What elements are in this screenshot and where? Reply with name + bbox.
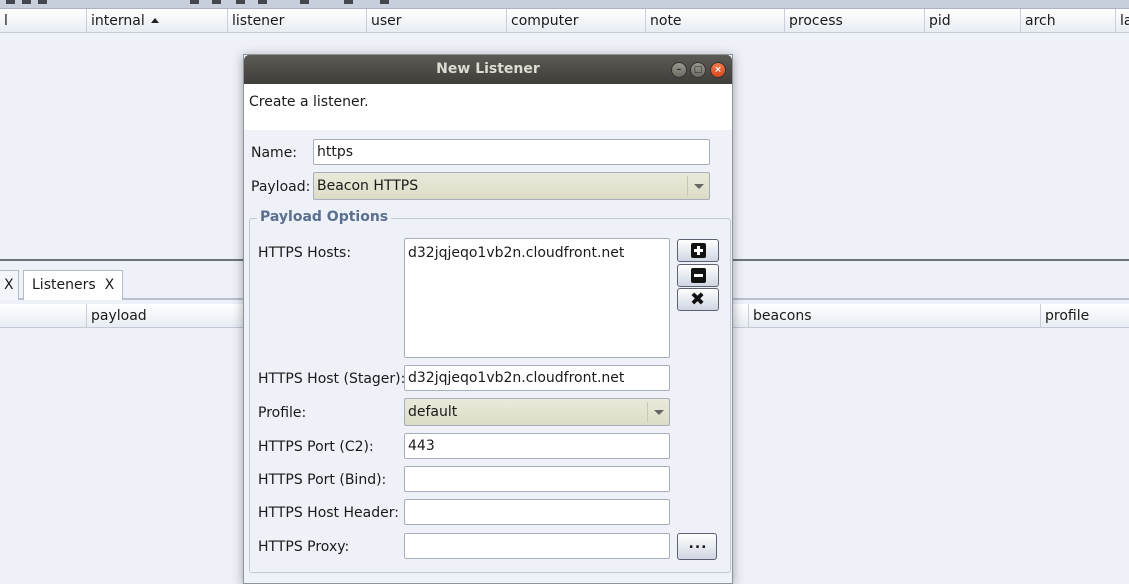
minus-icon [691,268,706,283]
profile-select-value: default [408,404,458,420]
tab-listeners[interactable]: Listeners X [23,270,124,300]
name-label: Name: [251,145,298,161]
column-label: internal [91,13,145,29]
payload-options-group: Payload Options HTTPS Hosts: d32jqjeqo1v… [249,209,731,573]
proxy-button-label: ... [688,536,708,552]
toolbar-icon[interactable] [258,0,267,4]
sort-ascending-icon [150,18,159,23]
profile-select[interactable]: default [404,398,670,426]
toolbar-icon[interactable] [38,0,47,4]
host-stager-field[interactable]: d32jqjeqo1vb2n.cloudfront.net [404,365,670,391]
payload-select-value: Beacon HTTPS [317,178,419,194]
proxy-field[interactable] [404,533,670,559]
host-stager-label: HTTPS Host (Stager): [258,371,406,387]
name-field[interactable]: https [313,139,710,165]
column-header[interactable]: process [784,9,924,33]
https-hosts-label: HTTPS Hosts: [258,245,352,261]
toolbar-strip [0,0,1129,9]
dialog-title: New Listener [436,61,540,77]
column-header[interactable]: pid [924,9,1020,33]
port-c2-field[interactable]: 443 [404,433,670,459]
chevron-down-icon[interactable] [647,402,669,422]
tab-close-icon[interactable]: X [105,277,115,293]
tab-previous[interactable]: X [0,270,19,300]
payload-select[interactable]: Beacon HTTPS [313,172,710,200]
column-header[interactable]: l [0,9,86,33]
new-listener-dialog: New Listener – □ × Create a listener. Na… [243,54,733,584]
column-header[interactable]: beacons [748,304,1040,328]
column-header[interactable]: listener [227,9,366,33]
payload-label: Payload: [251,179,311,195]
proxy-label: HTTPS Proxy: [258,539,350,555]
toolbar-icon[interactable] [236,0,245,4]
host-header-field[interactable] [404,499,670,525]
description-band: Create a listener. [244,84,732,130]
toolbar-icon[interactable] [344,0,353,4]
plus-icon [691,243,706,258]
column-header[interactable] [0,304,86,328]
toolbar-icon[interactable] [300,0,309,4]
list-item[interactable]: d32jqjeqo1vb2n.cloudfront.net [408,245,666,261]
port-c2-label: HTTPS Port (C2): [258,439,374,455]
profile-label: Profile: [258,405,307,421]
minimize-icon[interactable]: – [671,62,687,78]
dialog-titlebar[interactable]: New Listener – □ × [244,55,732,84]
column-header[interactable]: note [645,9,784,33]
add-host-button[interactable] [677,239,719,262]
host-header-label: HTTPS Host Header: [258,505,399,521]
proxy-settings-button[interactable]: ... [677,533,717,560]
beacon-table-header: l internal listener user computer note p… [0,9,1129,33]
close-icon[interactable]: × [710,62,726,78]
port-bind-field[interactable] [404,466,670,492]
payload-options-legend: Payload Options [257,209,392,225]
tab-close-icon[interactable]: X [4,277,14,293]
https-hosts-list[interactable]: d32jqjeqo1vb2n.cloudfront.net [404,238,670,358]
column-header[interactable]: profile [1040,304,1129,328]
toolbar-icon[interactable] [190,0,199,4]
column-header[interactable]: arch [1020,9,1115,33]
tab-label: Listeners [32,277,96,293]
clear-hosts-button[interactable]: ✖ [677,288,719,311]
x-icon: ✖ [690,289,706,310]
chevron-down-icon[interactable] [687,176,709,196]
toolbar-icon[interactable] [380,0,389,4]
column-header[interactable]: computer [506,9,645,33]
remove-host-button[interactable] [677,264,719,287]
toolbar-icon[interactable] [212,0,221,4]
dialog-description: Create a listener. [249,94,369,110]
maximize-icon[interactable]: □ [690,62,706,78]
column-header[interactable]: user [366,9,506,33]
port-bind-label: HTTPS Port (Bind): [258,472,387,488]
toolbar-icon[interactable] [22,0,31,4]
column-header-internal[interactable]: internal [86,9,227,33]
column-header[interactable]: la [1115,9,1129,33]
toolbar-icon[interactable] [6,0,15,4]
